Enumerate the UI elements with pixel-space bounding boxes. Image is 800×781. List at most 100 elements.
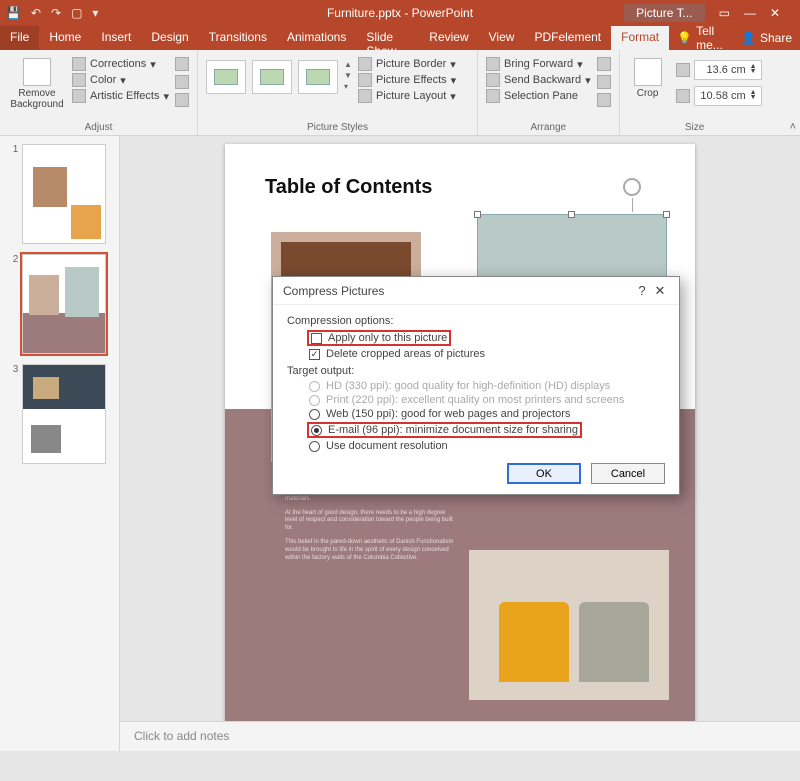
style-thumb[interactable]: [206, 60, 246, 94]
group-size: Crop 13.6 cm ▲▼ 10.58 cm ▲▼ Size: [620, 50, 770, 135]
window-minimize-icon[interactable]: —: [744, 6, 756, 20]
window-restore-icon[interactable]: ▭: [719, 6, 730, 20]
color-icon: [72, 73, 86, 87]
radio-icon[interactable]: [311, 425, 322, 436]
height-input[interactable]: 13.6 cm ▲▼: [694, 60, 762, 80]
cancel-button[interactable]: Cancel: [591, 463, 665, 484]
radio-icon[interactable]: [309, 441, 320, 452]
group-label-size: Size: [628, 122, 762, 135]
resize-handle[interactable]: [474, 211, 481, 218]
effects-icon: [358, 73, 372, 87]
ok-button[interactable]: OK: [507, 463, 581, 484]
picture-style-gallery[interactable]: ▲ ▼ ▾: [206, 54, 352, 103]
rotate-handle-icon[interactable]: [623, 178, 641, 196]
group-label-adjust: Adjust: [8, 122, 189, 135]
artistic-effects-button[interactable]: Artistic Effects ▾: [72, 89, 169, 103]
picture-layout-button[interactable]: Picture Layout ▾: [358, 89, 456, 103]
radio-hd: HD (330 ppi): good quality for high-defi…: [287, 379, 665, 393]
rotate-icon[interactable]: [597, 93, 611, 107]
checkbox-icon[interactable]: [311, 333, 322, 344]
corrections-icon: [72, 57, 86, 71]
corrections-button[interactable]: Corrections ▾: [72, 57, 169, 71]
slideshow-icon[interactable]: ▢: [71, 6, 82, 20]
tab-view[interactable]: View: [479, 26, 525, 50]
gallery-down-icon[interactable]: ▼: [344, 71, 352, 80]
notes-placeholder: Click to add notes: [134, 729, 229, 743]
tab-slideshow[interactable]: Slide Show: [356, 26, 419, 50]
slide-thumb-3[interactable]: [22, 364, 106, 464]
gallery-up-icon[interactable]: ▲: [344, 60, 352, 69]
dialog-title: Compress Pictures: [283, 284, 384, 298]
checkbox-delete-cropped[interactable]: Delete cropped areas of pictures: [287, 347, 665, 361]
checkbox-icon[interactable]: [309, 349, 320, 360]
selection-pane-button[interactable]: Selection Pane: [486, 89, 591, 103]
qat-more-icon[interactable]: ▾: [92, 6, 98, 20]
tab-design[interactable]: Design: [141, 26, 198, 50]
compress-pictures-dialog: Compress Pictures ? ✕ Compression option…: [272, 276, 680, 495]
tab-animations[interactable]: Animations: [277, 26, 356, 50]
notes-pane[interactable]: Click to add notes: [120, 721, 800, 751]
tab-review[interactable]: Review: [419, 26, 478, 50]
change-picture-icon[interactable]: [175, 75, 189, 89]
slide-image-chairs[interactable]: [469, 550, 669, 700]
crop-icon: [634, 58, 662, 86]
style-thumb[interactable]: [298, 60, 338, 94]
width-input[interactable]: 10.58 cm ▲▼: [694, 86, 762, 106]
picture-border-button[interactable]: Picture Border ▾: [358, 57, 456, 71]
tab-home[interactable]: Home: [39, 26, 91, 50]
radio-icon: [309, 381, 320, 392]
tab-transitions[interactable]: Transitions: [199, 26, 277, 50]
slide-thumbnails[interactable]: 1 2 3: [0, 136, 120, 751]
color-button[interactable]: Color ▾: [72, 73, 169, 87]
undo-icon[interactable]: ↶: [31, 6, 41, 20]
bring-forward-button[interactable]: Bring Forward ▾: [486, 57, 591, 71]
dialog-titlebar[interactable]: Compress Pictures ? ✕: [273, 277, 679, 305]
slide-thumb-1[interactable]: [22, 144, 106, 244]
gallery-more-icon[interactable]: ▾: [344, 82, 352, 91]
radio-icon[interactable]: [309, 409, 320, 420]
chair-grey: [579, 602, 649, 682]
tab-pdfelement[interactable]: PDFelement: [524, 26, 611, 50]
radio-document-resolution[interactable]: Use document resolution: [287, 439, 665, 453]
save-icon[interactable]: 💾: [6, 6, 21, 20]
radio-email[interactable]: E-mail (96 ppi): minimize document size …: [287, 421, 665, 439]
tab-file[interactable]: File: [0, 26, 39, 50]
share-button[interactable]: 👤Share: [733, 26, 800, 50]
send-backward-button[interactable]: Send Backward ▾: [486, 73, 591, 87]
title-bar: 💾 ↶ ↷ ▢ ▾ Furniture.pptx - PowerPoint Pi…: [0, 0, 800, 26]
contextual-tab-label: Picture T...: [624, 4, 704, 22]
dialog-close-icon[interactable]: ✕: [651, 283, 669, 299]
window-close-icon[interactable]: ✕: [770, 6, 780, 20]
checkbox-apply-only[interactable]: Apply only to this picture: [287, 329, 665, 347]
style-thumb[interactable]: [252, 60, 292, 94]
tab-format[interactable]: Format: [611, 26, 669, 50]
group-icon[interactable]: [597, 75, 611, 89]
resize-handle[interactable]: [663, 211, 670, 218]
group-adjust: Remove Background Corrections ▾ Color ▾ …: [0, 50, 198, 135]
share-icon: 👤: [741, 31, 756, 45]
slide-title: Table of Contents: [265, 176, 432, 199]
width-icon: [676, 89, 690, 103]
reset-picture-icon[interactable]: [175, 93, 189, 107]
chair-orange: [499, 602, 569, 682]
compress-pictures-icon[interactable]: [175, 57, 189, 71]
radio-web[interactable]: Web (150 ppi): good for web pages and pr…: [287, 407, 665, 421]
thumb-number: 3: [13, 364, 19, 464]
remove-background-icon: [23, 58, 51, 86]
resize-handle[interactable]: [568, 211, 575, 218]
slide-thumb-2[interactable]: [22, 254, 106, 354]
remove-background-button[interactable]: Remove Background: [8, 54, 66, 110]
bring-forward-icon: [486, 57, 500, 71]
group-label-arrange: Arrange: [486, 122, 611, 135]
slide-para: This belief in the pared-down aesthetic …: [285, 539, 455, 562]
tell-me[interactable]: 💡Tell me...: [669, 26, 733, 50]
tab-insert[interactable]: Insert: [91, 26, 141, 50]
picture-effects-button[interactable]: Picture Effects ▾: [358, 73, 456, 87]
redo-icon[interactable]: ↷: [51, 6, 61, 20]
layout-icon: [358, 89, 372, 103]
dialog-help-icon[interactable]: ?: [633, 283, 651, 298]
send-backward-icon: [486, 73, 500, 87]
collapse-ribbon-icon[interactable]: ˄: [790, 121, 796, 133]
align-icon[interactable]: [597, 57, 611, 71]
crop-button[interactable]: Crop: [628, 54, 668, 106]
